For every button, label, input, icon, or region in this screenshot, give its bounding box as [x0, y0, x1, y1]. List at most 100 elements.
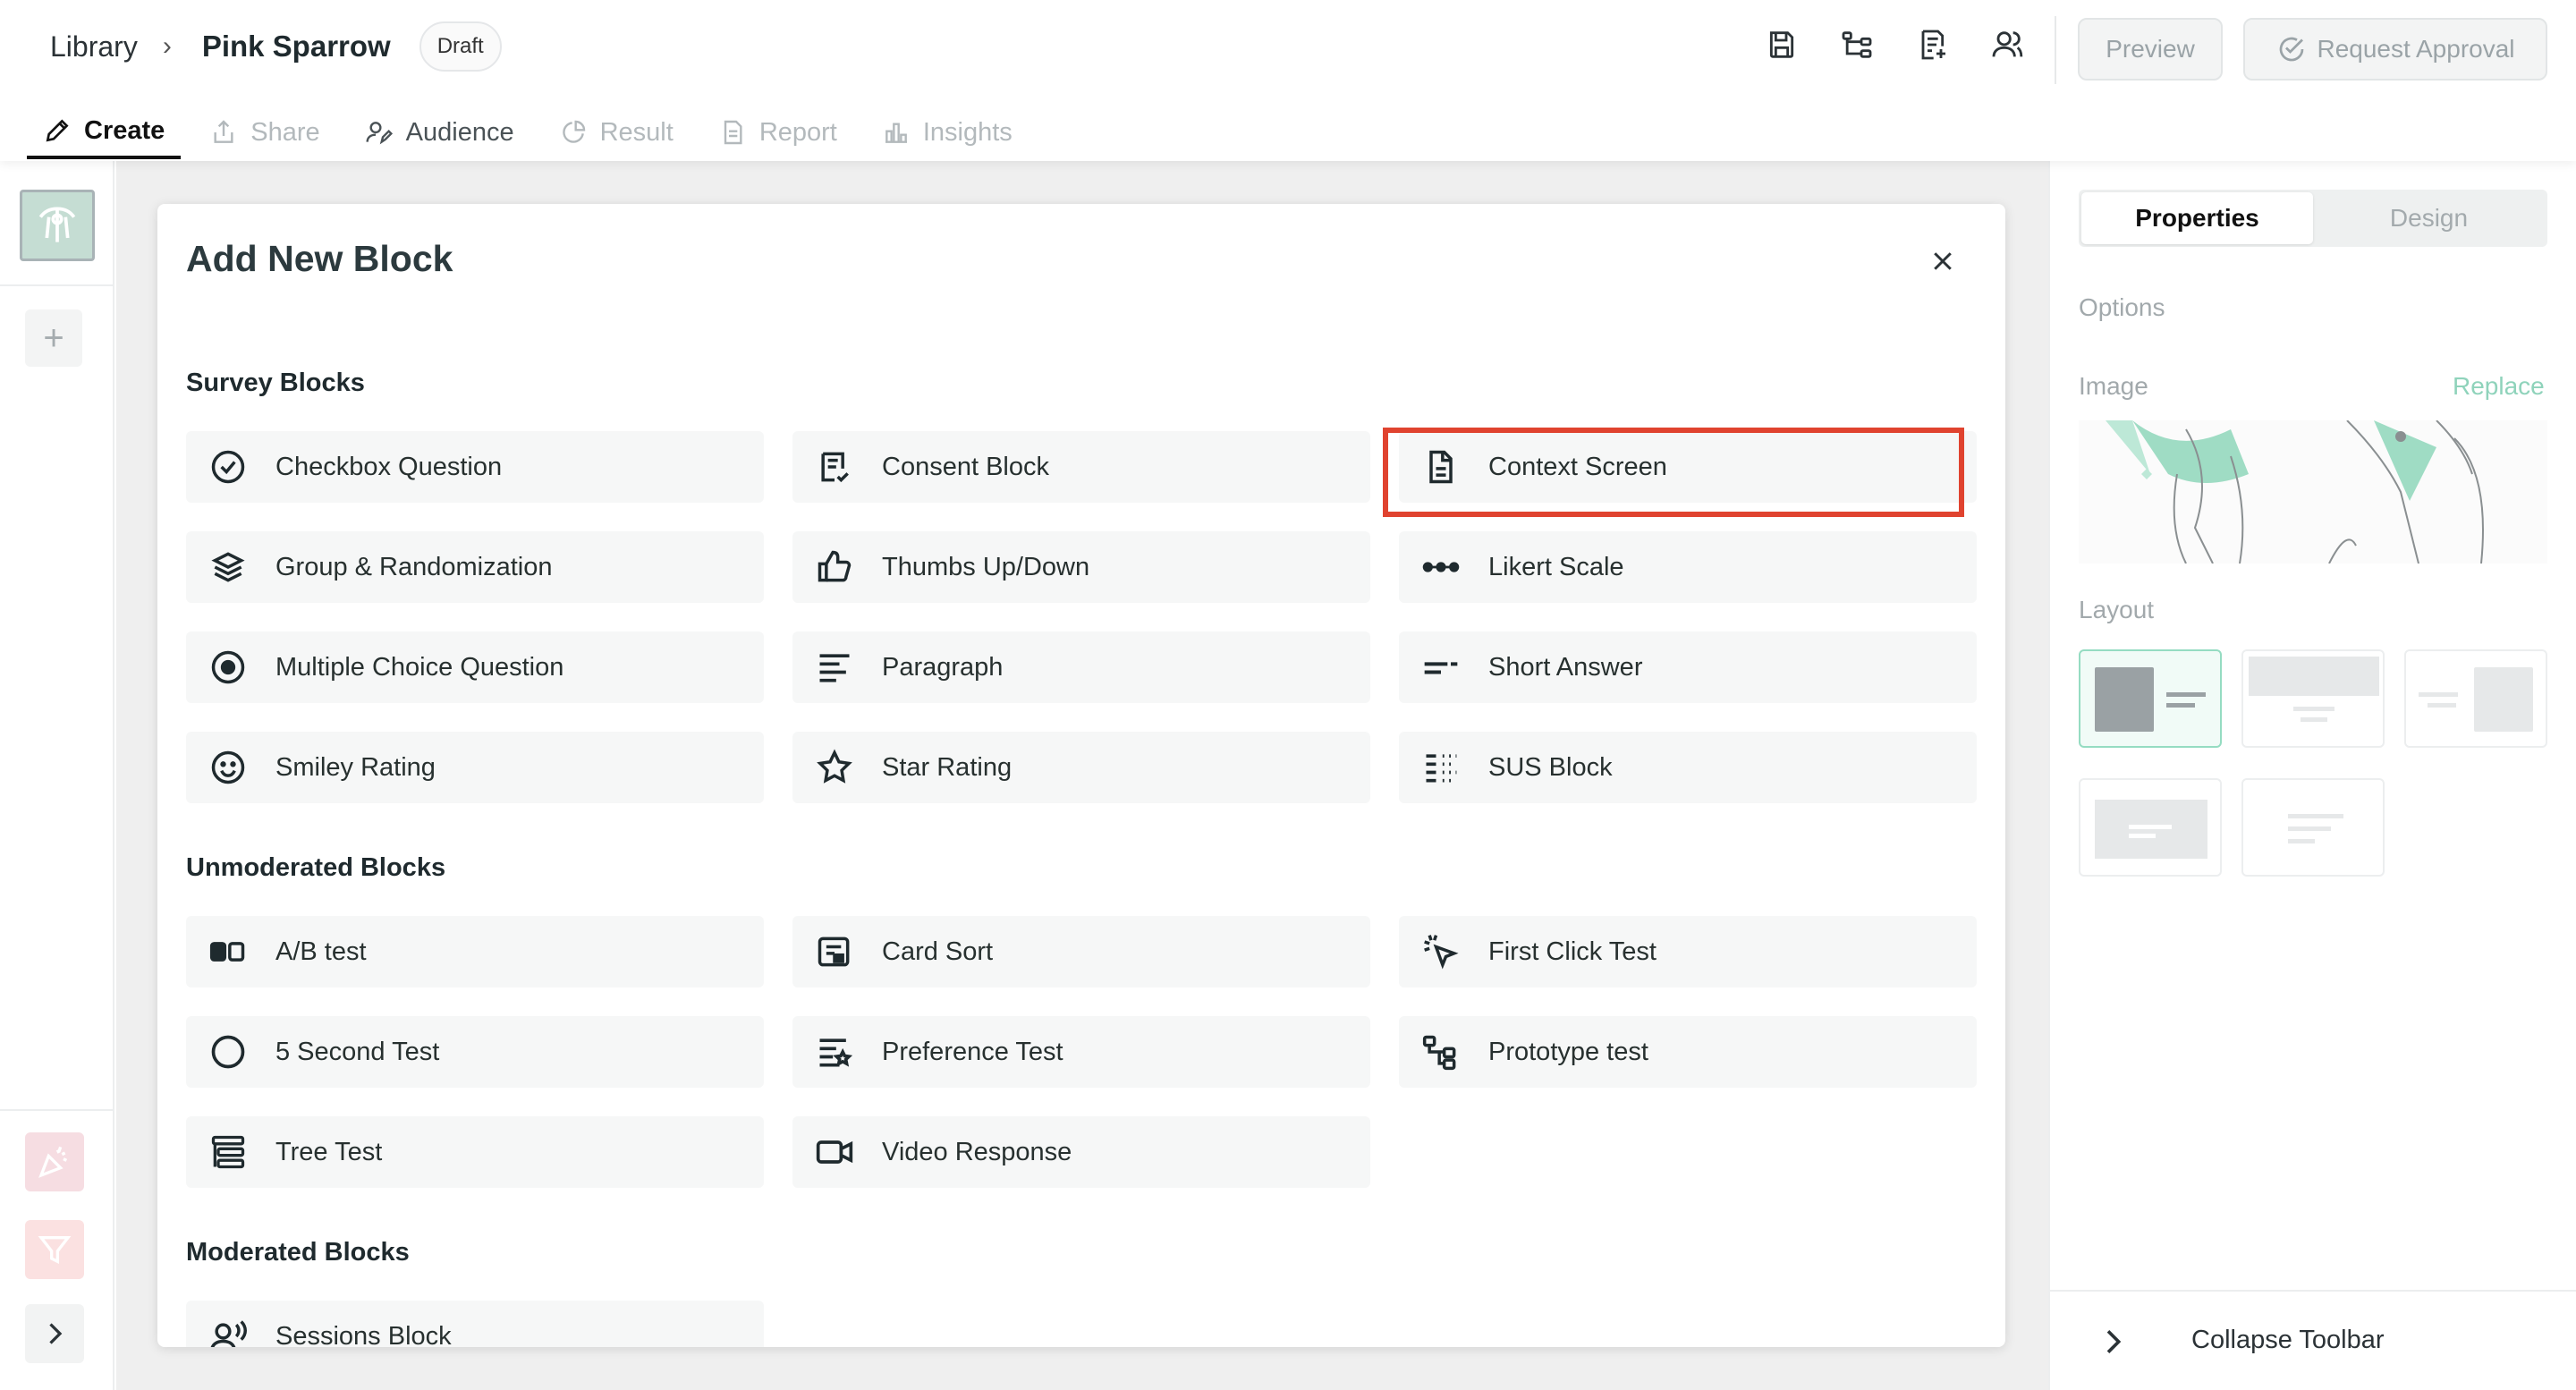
block-checkbox-question[interactable]: Checkbox Question	[186, 431, 764, 503]
short-answer-icon	[1420, 647, 1462, 688]
chevron-right-icon	[49, 1323, 63, 1344]
block-ab-test[interactable]: A/B test	[186, 916, 764, 987]
section-title-unmoderated: Unmoderated Blocks	[186, 853, 446, 882]
block-label: Sessions Block	[275, 1321, 452, 1348]
add-page-button[interactable]: +	[25, 309, 82, 367]
block-card-sort[interactable]: Card Sort	[792, 916, 1370, 987]
block-prototype-test[interactable]: Prototype test	[1399, 1016, 1977, 1088]
check-circle-icon	[208, 446, 249, 487]
block-label: Checkbox Question	[275, 452, 503, 481]
block-sus[interactable]: SUS Block	[1399, 732, 1977, 803]
project-title[interactable]: Pink Sparrow	[202, 30, 391, 64]
circle-icon	[208, 1031, 249, 1072]
page-thumbnail[interactable]	[20, 190, 95, 261]
replace-image-link[interactable]: Replace	[2453, 372, 2545, 401]
image-preview[interactable]	[2079, 420, 2547, 564]
tab-audience[interactable]: Audience	[349, 106, 530, 159]
close-button[interactable]	[1923, 242, 1962, 281]
expand-rail-button[interactable]	[25, 1304, 84, 1363]
share-icon	[214, 120, 233, 143]
block-likert-scale[interactable]: Likert Scale	[1399, 531, 1977, 603]
close-icon	[1934, 252, 1952, 270]
tree-icon	[208, 1131, 249, 1173]
tab-create[interactable]: Create	[27, 106, 182, 159]
block-first-click-test[interactable]: First Click Test	[1399, 916, 1977, 987]
collapse-toolbar[interactable]: Collapse Toolbar	[2050, 1290, 2576, 1390]
request-approval-button[interactable]: Request Approval	[2243, 18, 2547, 81]
star-icon	[814, 747, 855, 788]
save-icon[interactable]	[1762, 25, 1801, 64]
illustration-image-icon	[2106, 420, 2484, 564]
cursor-click-icon	[1420, 931, 1462, 972]
users-icon[interactable]	[1987, 25, 2027, 64]
block-label: Thumbs Up/Down	[882, 552, 1090, 581]
block-label: Likert Scale	[1488, 552, 1624, 581]
block-thumbs-up-down[interactable]: Thumbs Up/Down	[792, 531, 1370, 603]
breadcrumb-library-link[interactable]: Library	[50, 30, 138, 64]
block-multiple-choice[interactable]: Multiple Choice Question	[186, 631, 764, 703]
layout-option-text-only[interactable]	[2241, 778, 2385, 877]
tab-insights[interactable]: Insights	[866, 106, 1029, 159]
block-label: Preference Test	[882, 1037, 1063, 1066]
check-circle-icon	[2280, 37, 2304, 62]
block-paragraph[interactable]: Paragraph	[792, 631, 1370, 703]
session-user-icon	[208, 1316, 249, 1347]
block-preference-test[interactable]: Preference Test	[792, 1016, 1370, 1088]
block-sessions[interactable]: Sessions Block	[186, 1301, 764, 1347]
context-document-icon	[1420, 446, 1462, 487]
layout-option-image-left[interactable]	[2079, 649, 2222, 748]
block-video-response[interactable]: Video Response	[792, 1116, 1370, 1188]
tab-properties[interactable]: Properties	[2081, 192, 2313, 244]
left-rail: +	[0, 161, 114, 1390]
card-sort-icon	[814, 931, 855, 972]
block-group-randomization[interactable]: Group & Randomization	[186, 531, 764, 603]
video-icon	[814, 1131, 855, 1173]
filter-button[interactable]	[25, 1220, 84, 1279]
tab-design[interactable]: Design	[2313, 192, 2545, 244]
block-smiley-rating[interactable]: Smiley Rating	[186, 732, 764, 803]
illustration-thumbnail-icon	[38, 207, 76, 242]
collapse-toolbar-label: Collapse Toolbar	[2191, 1326, 2385, 1354]
block-context-screen[interactable]: Context Screen	[1399, 431, 1977, 503]
block-tree-test[interactable]: Tree Test	[186, 1116, 764, 1188]
celebration-button[interactable]	[25, 1132, 84, 1191]
block-star-rating[interactable]: Star Rating	[792, 732, 1370, 803]
bar-chart-icon	[885, 123, 907, 143]
add-note-icon[interactable]	[1912, 25, 1952, 64]
pencil-icon	[46, 119, 69, 142]
block-label: Multiple Choice Question	[275, 652, 564, 682]
sus-list-icon	[1420, 747, 1462, 788]
audience-icon	[366, 122, 393, 145]
options-label: Options	[2079, 293, 2165, 321]
block-short-answer[interactable]: Short Answer	[1399, 631, 1977, 703]
rail-divider	[0, 1109, 114, 1111]
tab-result-label: Result	[599, 117, 674, 147]
flow-icon[interactable]	[1837, 25, 1877, 64]
party-popper-icon	[38, 1146, 68, 1178]
layout-label: Layout	[2079, 596, 2155, 623]
block-label: Paragraph	[882, 652, 1004, 682]
modal-title: Add New Block	[186, 238, 453, 279]
main-tabs: Create Share Audience Result Report Insi…	[27, 106, 1041, 161]
chevron-right-icon	[2106, 1330, 2122, 1353]
pie-icon	[562, 120, 585, 143]
block-label: First Click Test	[1488, 937, 1657, 966]
layout-option-image-right[interactable]	[2404, 649, 2547, 748]
document-icon	[724, 120, 742, 145]
tab-share[interactable]: Share	[193, 106, 335, 159]
panel-tabs: Properties Design	[2079, 190, 2547, 247]
block-five-second-test[interactable]: 5 Second Test	[186, 1016, 764, 1088]
tab-insights-label: Insights	[922, 117, 1013, 147]
consent-icon	[814, 446, 855, 487]
layout-option-image-top[interactable]	[2241, 649, 2385, 748]
preference-icon	[814, 1031, 855, 1072]
block-consent[interactable]: Consent Block	[792, 431, 1370, 503]
section-title-survey: Survey Blocks	[186, 369, 365, 397]
layout-option-text-block[interactable]	[2079, 778, 2222, 877]
tab-result[interactable]: Result	[543, 106, 690, 159]
paragraph-icon	[814, 647, 855, 688]
image-label: Image	[2079, 372, 2148, 400]
block-label: Context Screen	[1488, 452, 1667, 481]
preview-button[interactable]: Preview	[2078, 18, 2223, 81]
tab-report[interactable]: Report	[702, 106, 853, 159]
